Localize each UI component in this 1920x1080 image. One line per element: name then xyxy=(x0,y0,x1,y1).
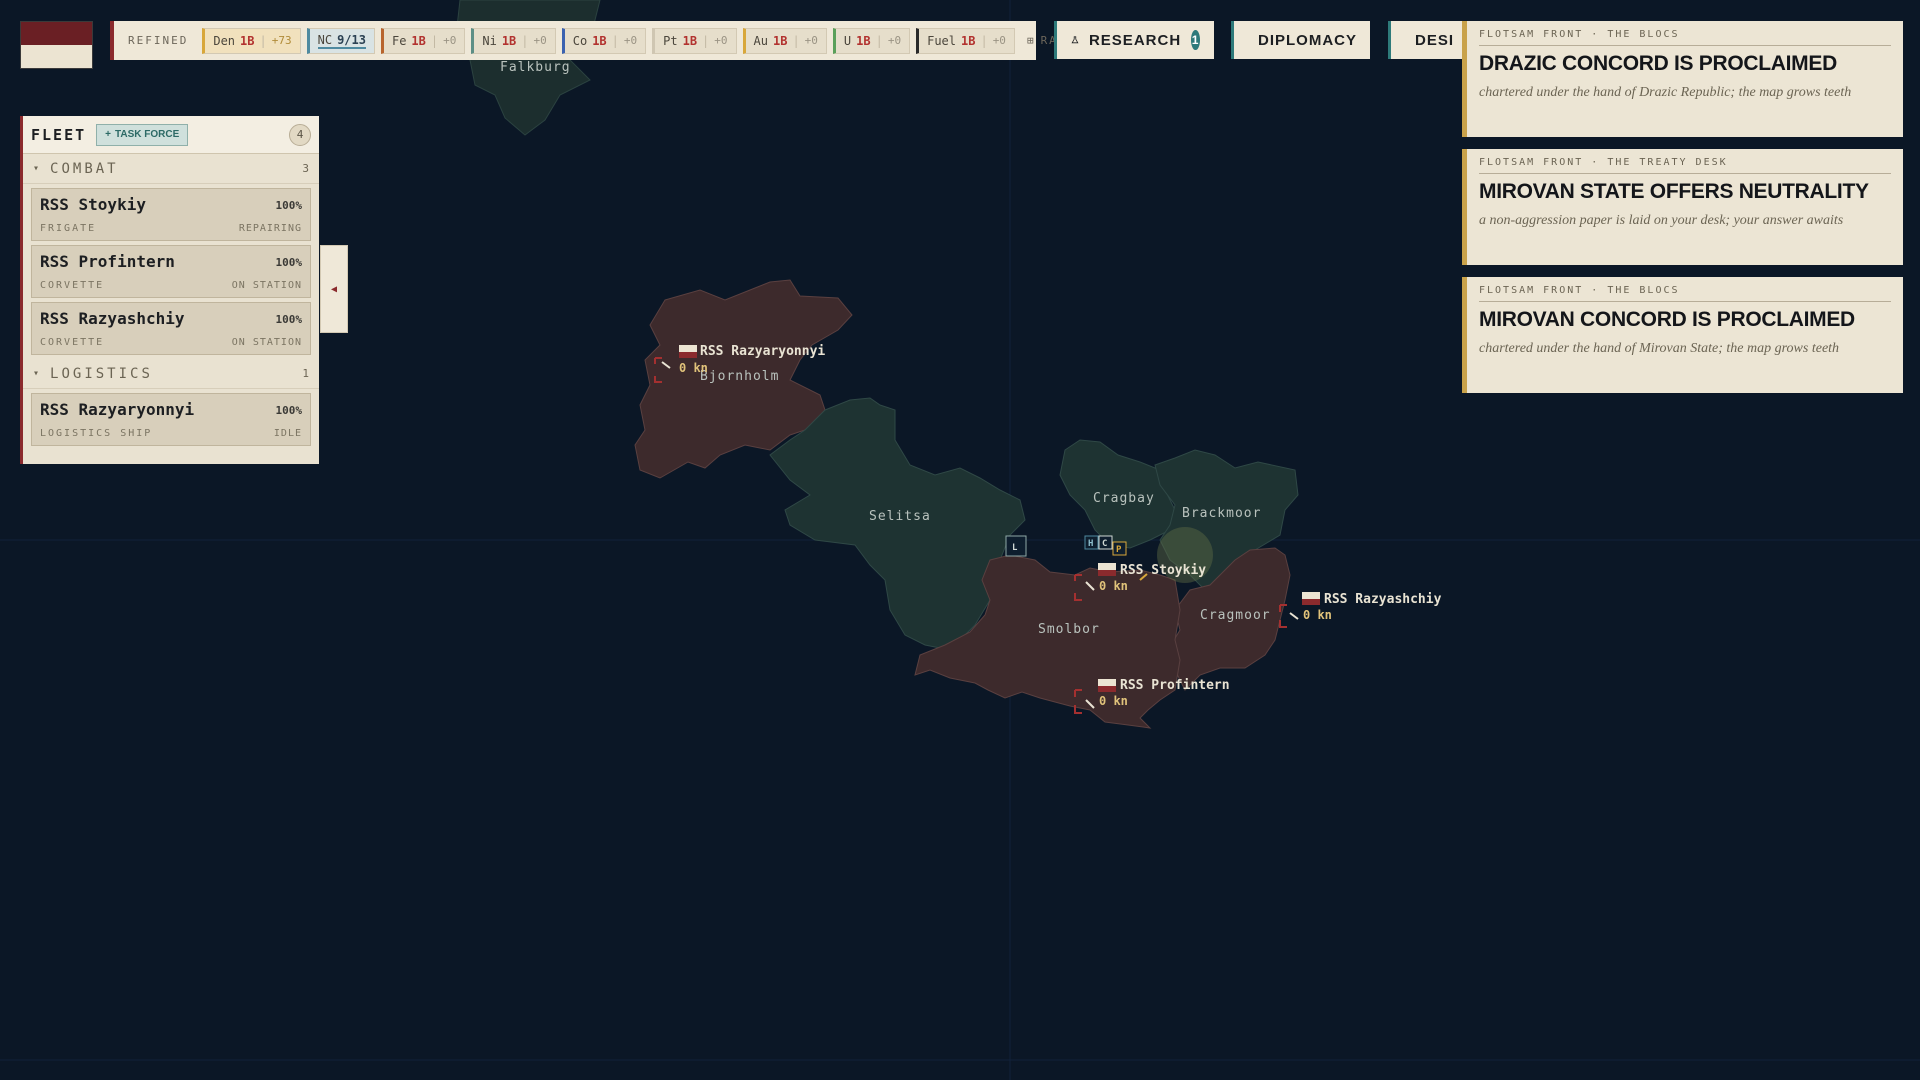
nation-flag[interactable] xyxy=(20,21,93,69)
section-combat[interactable]: ▾ COMBAT 3 xyxy=(23,154,319,184)
flag-top-band xyxy=(21,22,92,45)
region-label-cragbay: Cragbay xyxy=(1093,491,1155,506)
grid-icon: ⊞ xyxy=(1026,34,1036,47)
design-label: DESI xyxy=(1415,31,1455,49)
resource-bar: REFINED Den 1B | +73 NC 9/13 Fe 1B | +0 … xyxy=(110,21,1064,60)
region-label-falkburg: Falkburg xyxy=(500,60,571,75)
news-kicker: FLOTSAM FRONT · THE BLOCS xyxy=(1479,29,1891,46)
fleet-collapse-button[interactable]: ◀ xyxy=(320,245,348,333)
news-kicker: FLOTSAM FRONT · THE BLOCS xyxy=(1479,285,1891,302)
resource-den-delta: +73 xyxy=(271,34,292,47)
marker-h[interactable]: H xyxy=(1084,535,1099,550)
chevron-down-icon: ▾ xyxy=(33,368,43,379)
fleet-ship-razyaryonnyi[interactable]: RSS Razyaryonnyi 100% LOGISTICS SHIP IDL… xyxy=(31,393,311,446)
news-body: chartered under the hand of Drazic Repub… xyxy=(1479,85,1852,100)
svg-text:0 kn: 0 kn xyxy=(1099,694,1128,708)
resource-den-name: Den xyxy=(213,33,236,48)
research-button[interactable]: RESEARCH 1 xyxy=(1054,21,1214,59)
ship-flag-icon xyxy=(1302,592,1320,599)
resource-fuel[interactable]: Fuel 1B | +0 xyxy=(916,27,1015,54)
task-force-button[interactable]: + TASK FORCE xyxy=(96,123,189,146)
flag-bottom-band xyxy=(21,45,92,68)
ship-flag-icon xyxy=(1098,563,1116,570)
ship-flag-icon-band xyxy=(1302,599,1320,605)
fleet-panel: FLEET + TASK FORCE 4 ▾ COMBAT 3 RSS Stoy… xyxy=(20,116,319,464)
svg-text:0 kn: 0 kn xyxy=(1099,579,1128,593)
news-headline: MIROVAN CONCORD IS PROCLAIMED xyxy=(1479,308,1855,331)
section-logistics[interactable]: ▾ LOGISTICS 1 xyxy=(23,359,319,389)
ship-flag-icon xyxy=(679,345,697,352)
marker-l[interactable]: L xyxy=(1005,535,1027,557)
flask-icon xyxy=(1071,36,1079,44)
diplomacy-button[interactable]: DIPLOMACY xyxy=(1231,21,1370,59)
svg-text:0 kn: 0 kn xyxy=(1303,608,1332,622)
svg-text:P: P xyxy=(1116,545,1122,555)
resource-den[interactable]: Den 1B | +73 xyxy=(202,27,301,54)
chevron-down-icon: ▾ xyxy=(33,163,43,174)
fleet-header: FLEET + TASK FORCE 4 xyxy=(23,116,319,154)
marker-p[interactable]: P xyxy=(1112,541,1127,556)
resource-fe[interactable]: Fe 1B | +0 xyxy=(380,27,466,54)
ship-flag-icon-band xyxy=(1098,686,1116,692)
refined-label: REFINED xyxy=(128,34,189,47)
resource-au[interactable]: Au 1B | +0 xyxy=(742,27,827,54)
design-button[interactable]: DESI xyxy=(1388,21,1468,59)
ship-flag-icon-band xyxy=(1098,570,1116,576)
fleet-title: FLEET xyxy=(31,125,87,144)
news-body: chartered under the hand of Mirovan Stat… xyxy=(1479,341,1840,356)
ship-flag-icon xyxy=(1098,679,1116,686)
svg-text:RSS Profintern: RSS Profintern xyxy=(1120,678,1230,693)
svg-text:L: L xyxy=(1012,543,1018,553)
news-card[interactable]: FLOTSAM FRONT · THE BLOCS DRAZIC CONCORD… xyxy=(1462,21,1903,137)
region-label-smolbor: Smolbor xyxy=(1038,622,1100,637)
news-body: a non-aggression paper is laid on your d… xyxy=(1479,213,1844,228)
fleet-ship-razyashchiy[interactable]: RSS Razyashchiy 100% CORVETTE ON STATION xyxy=(31,302,311,355)
news-headline: MIROVAN STATE OFFERS NEUTRALITY xyxy=(1479,180,1869,203)
resource-nc-name: NC xyxy=(317,32,333,47)
plus-icon: + xyxy=(105,129,111,140)
fleet-count: 4 xyxy=(289,123,311,146)
region-label-brackmoor: Brackmoor xyxy=(1182,506,1261,521)
chevron-left-icon: ◀ xyxy=(330,283,338,295)
resource-den-amount: 1B xyxy=(240,33,255,48)
resource-pt[interactable]: Pt 1B | +0 xyxy=(652,27,737,54)
region-label-selitsa: Selitsa xyxy=(869,509,931,524)
region-label-bjornholm: Bjornholm xyxy=(700,369,779,384)
news-kicker: FLOTSAM FRONT · THE TREATY DESK xyxy=(1479,157,1891,174)
news-card[interactable]: FLOTSAM FRONT · THE TREATY DESK MIROVAN … xyxy=(1462,149,1903,265)
diplomacy-label: DIPLOMACY xyxy=(1258,31,1357,49)
ship-flag-icon-band xyxy=(679,352,697,358)
svg-text:RSS Stoykiy: RSS Stoykiy xyxy=(1120,563,1206,578)
fleet-ship-stoykiy[interactable]: RSS Stoykiy 100% FRIGATE REPAIRING xyxy=(31,188,311,241)
news-headline: DRAZIC CONCORD IS PROCLAIMED xyxy=(1479,52,1837,75)
svg-text:H: H xyxy=(1088,539,1093,549)
news-card[interactable]: FLOTSAM FRONT · THE BLOCS MIROVAN CONCOR… xyxy=(1462,277,1903,393)
resource-nc[interactable]: NC 9/13 xyxy=(306,27,375,54)
fleet-ship-profintern[interactable]: RSS Profintern 100% CORVETTE ON STATION xyxy=(31,245,311,298)
research-label: RESEARCH xyxy=(1088,31,1182,49)
resource-co[interactable]: Co 1B | +0 xyxy=(561,27,647,54)
marker-c[interactable]: C xyxy=(1098,535,1113,550)
svg-text:RSS Razyaryonnyi: RSS Razyaryonnyi xyxy=(700,344,825,359)
resource-nc-amount: 9/13 xyxy=(337,32,366,47)
svg-text:C: C xyxy=(1102,539,1107,549)
research-badge: 1 xyxy=(1191,30,1200,50)
svg-text:0 kn: 0 kn xyxy=(679,361,708,375)
svg-text:RSS Razyashchiy: RSS Razyashchiy xyxy=(1324,592,1442,607)
resource-u[interactable]: U 1B | +0 xyxy=(832,27,911,54)
region-label-cragmoor: Cragmoor xyxy=(1200,608,1271,623)
resource-ni[interactable]: Ni 1B | +0 xyxy=(471,27,556,54)
